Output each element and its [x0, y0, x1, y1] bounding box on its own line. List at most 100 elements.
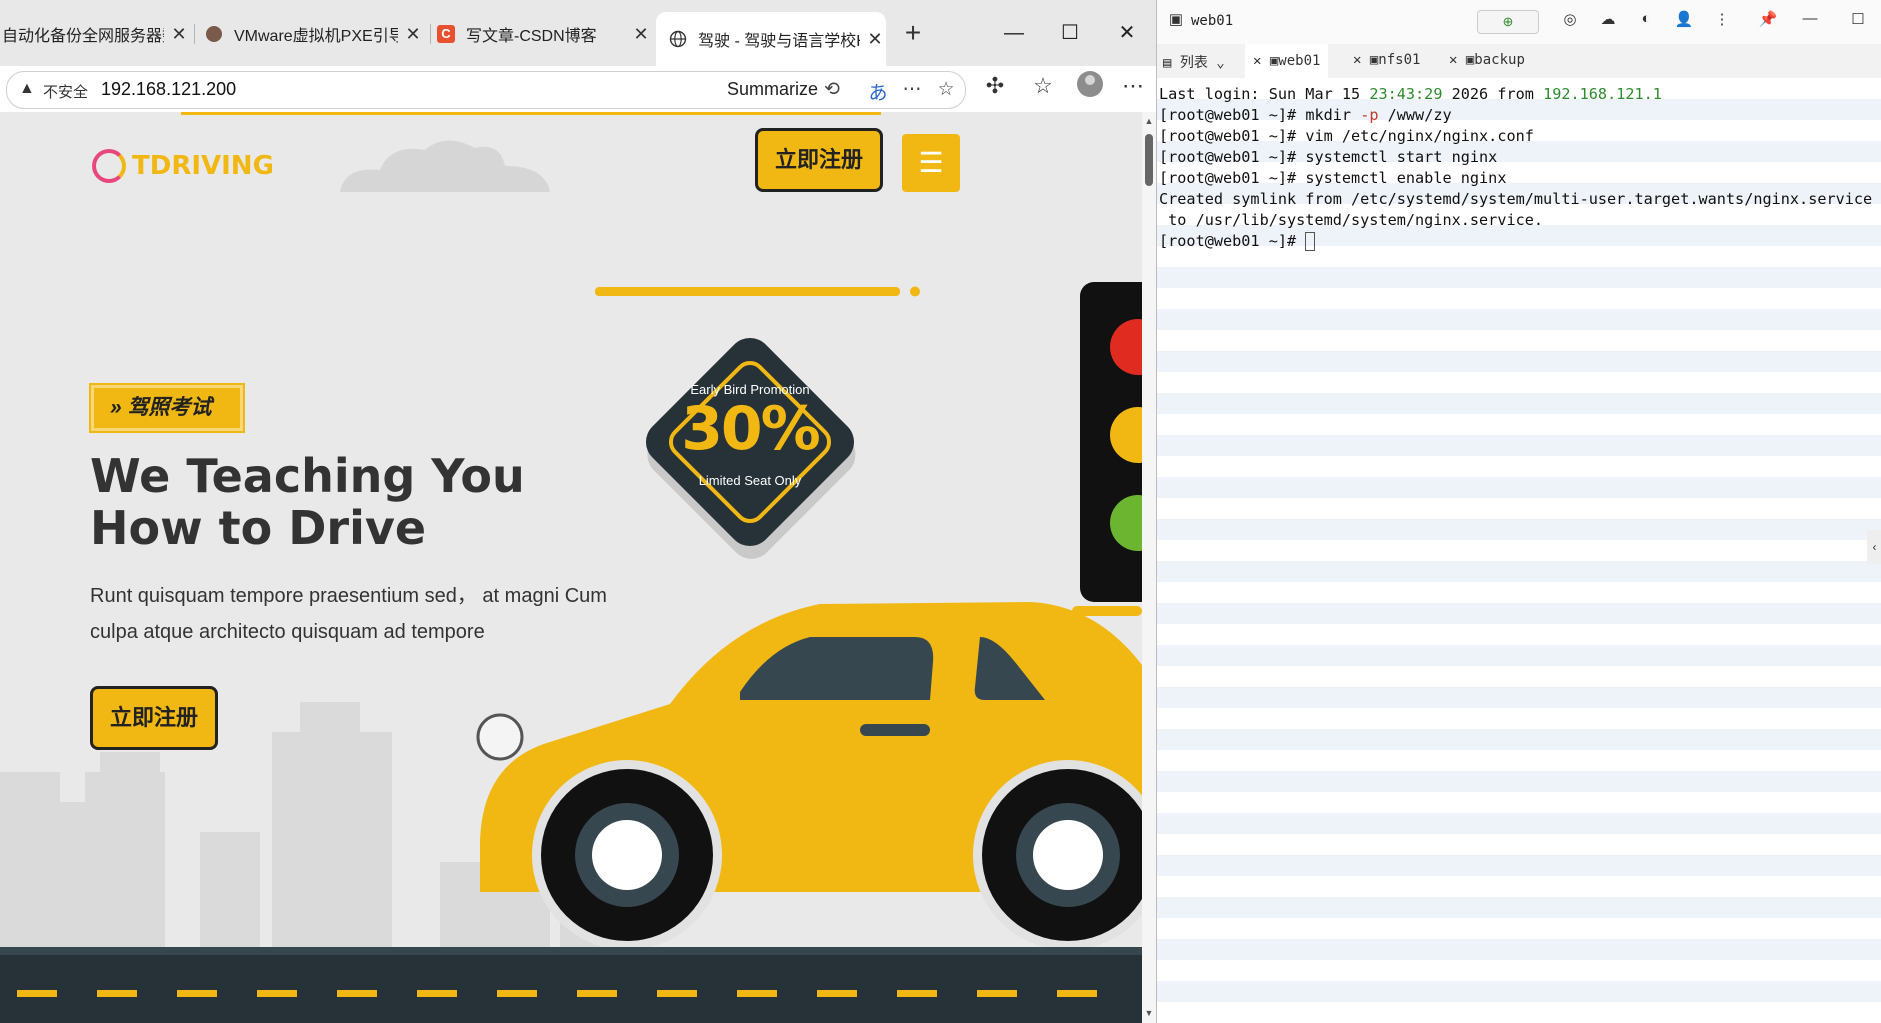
- tab-driving-school[interactable]: 驾驶 - 驾驶与语言学校H ✕: [656, 12, 886, 66]
- terminal-icon: ▣: [1168, 11, 1184, 28]
- new-tab-button[interactable]: +: [898, 18, 928, 48]
- terminal-line: [root@web01 ~]# systemctl enable nginx: [1159, 168, 1506, 189]
- url-text[interactable]: 192.168.121.200: [101, 79, 236, 100]
- close-icon[interactable]: ✕: [630, 24, 652, 45]
- tab-divider: [430, 24, 431, 44]
- profile-avatar[interactable]: [1077, 71, 1103, 97]
- hero-title: We Teaching You How to Drive: [90, 450, 610, 554]
- translate-icon[interactable]: あ: [865, 78, 891, 105]
- command-flag: -p: [1360, 106, 1379, 124]
- terminal-tab-label: 列表: [1179, 55, 1208, 71]
- hero-title-line: How to Drive: [90, 501, 427, 555]
- tab-backup-article[interactable]: 自动化备份全网服务器数 ✕: [0, 12, 190, 56]
- web-page: TDRIVING 立即注册 ☰ » 驾照考试 We Teaching You H…: [0, 112, 1142, 1023]
- minimize-icon[interactable]: —: [1799, 10, 1821, 27]
- list-icon: ▤: [1163, 55, 1180, 71]
- scroll-down-icon[interactable]: ▼: [1142, 1008, 1156, 1018]
- tab-label: 写文章-CSDN博客: [466, 28, 597, 45]
- terminal-tab-label: nfs01: [1378, 52, 1421, 68]
- terminal-output[interactable]: Last login: Sun Mar 15 23:43:29 2026 fro…: [1157, 78, 1881, 1023]
- terminal-tab-backup[interactable]: ✕ ▣backup: [1449, 52, 1525, 68]
- scroll-up-icon[interactable]: ▲: [1142, 116, 1156, 126]
- shell-prompt: [root@web01 ~]#: [1159, 232, 1306, 250]
- shell-prompt: [root@web01 ~]#: [1159, 106, 1306, 124]
- security-status[interactable]: 不安全: [43, 81, 88, 102]
- hero-register-button[interactable]: 立即注册: [90, 686, 218, 750]
- decorative-bars: [595, 286, 920, 297]
- tab-vmware-pxe[interactable]: VMware虚拟机PXE引导 ✕: [204, 12, 424, 56]
- browser-window: 自动化备份全网服务器数 ✕ VMware虚拟机PXE引导 ✕ C 写文章-CSD…: [0, 0, 1156, 1023]
- terminal-tab-label: backup: [1474, 52, 1525, 68]
- settings-menu-icon[interactable]: ⋯: [1118, 73, 1148, 99]
- address-bar[interactable]: ▲ 不安全 192.168.121.200 Summarize ⟲ あ ⋯ ☆: [6, 71, 966, 109]
- terminal-tab-bar: ▤ 列表 ⌄ ✕ ▣web01 ✕ ▣nfs01 ✕ ▣backup: [1157, 44, 1881, 79]
- theme-icon[interactable]: ◐: [1635, 10, 1657, 27]
- traffic-light-illustration: [1080, 282, 1142, 602]
- logo-icon: [92, 149, 126, 183]
- tab-label: 自动化备份全网服务器数: [2, 28, 164, 45]
- header-accent-line: [181, 112, 881, 115]
- terminal-command: mkdir: [1305, 106, 1361, 124]
- terminal-line: to /usr/lib/systemd/system/nginx.service…: [1159, 211, 1544, 229]
- site-logo[interactable]: TDRIVING: [92, 146, 274, 186]
- terminal-command: systemctl enable nginx: [1305, 169, 1507, 187]
- tab-label: 驾驶 - 驾驶与语言学校H: [698, 33, 860, 50]
- maximize-icon[interactable]: ☐: [1847, 10, 1869, 28]
- more-vertical-icon[interactable]: ⋮: [1711, 10, 1733, 28]
- collapse-panel-icon[interactable]: ‹: [1867, 530, 1881, 564]
- hero-title-line: We Teaching You: [90, 449, 525, 503]
- tab-divider: [194, 24, 195, 44]
- driving-exam-badge: » 驾照考试: [89, 383, 245, 433]
- close-icon[interactable]: ✕: [864, 29, 886, 50]
- cloud-illustration: [340, 140, 550, 192]
- terminal-title-bar: ▣ web01 ⊕ ◎ ☁ ◐ 👤 ⋮ 📌 — ☐: [1157, 0, 1881, 44]
- globe-icon: [668, 29, 688, 49]
- pin-icon[interactable]: 📌: [1757, 10, 1779, 28]
- promo-bottom-text: Limited Seat Only: [698, 473, 802, 488]
- favorite-star-icon[interactable]: ☆: [933, 78, 959, 101]
- register-button[interactable]: 立即注册: [755, 128, 883, 192]
- summarize-button[interactable]: Summarize: [727, 79, 818, 100]
- terminal-text: Last login: Sun Mar 15: [1159, 85, 1370, 103]
- terminal-line: Created symlink from /etc/systemd/system…: [1159, 190, 1873, 208]
- minimize-button[interactable]: —: [994, 16, 1034, 50]
- close-icon[interactable]: ✕: [168, 24, 190, 45]
- add-session-icon[interactable]: ⊕: [1477, 10, 1539, 34]
- close-icon[interactable]: ✕: [402, 24, 424, 45]
- cloud-sync-icon[interactable]: ☁: [1597, 10, 1619, 28]
- user-icon[interactable]: 👤: [1673, 10, 1695, 28]
- tab-label: VMware虚拟机PXE引导: [234, 28, 398, 45]
- favorites-icon[interactable]: ☆: [1028, 73, 1058, 99]
- terminal-command: /www/zy: [1378, 106, 1452, 124]
- maximize-button[interactable]: ☐: [1050, 16, 1090, 50]
- close-window-button[interactable]: ✕: [1107, 16, 1147, 50]
- terminal-tab-list[interactable]: ▤ 列表 ⌄: [1163, 52, 1225, 72]
- close-icon[interactable]: ✕: [1353, 52, 1370, 68]
- shell-prompt: [root@web01 ~]#: [1159, 148, 1306, 166]
- terminal-tab-web01[interactable]: ✕ ▣web01: [1245, 44, 1329, 78]
- login-time: 23:43:29: [1369, 85, 1443, 103]
- tab-csdn[interactable]: C 写文章-CSDN博客 ✕: [436, 12, 652, 56]
- close-icon[interactable]: ✕: [1253, 53, 1270, 69]
- terminal-text: 2026 from: [1442, 85, 1544, 103]
- terminal-line: Last login: Sun Mar 15 23:43:29 2026 fro…: [1159, 84, 1662, 105]
- logo-text: TDRIVING: [132, 151, 274, 181]
- terminal-tab-nfs01[interactable]: ✕ ▣nfs01: [1353, 52, 1420, 68]
- broadcast-icon[interactable]: ◎: [1559, 10, 1581, 28]
- warning-icon[interactable]: ▲: [19, 80, 35, 98]
- text-cursor: [1305, 232, 1316, 251]
- close-icon[interactable]: ✕: [1449, 52, 1466, 68]
- more-options-icon[interactable]: ⋯: [899, 78, 925, 101]
- extensions-icon[interactable]: ✣: [980, 73, 1010, 99]
- hamburger-menu-icon[interactable]: ☰: [902, 134, 960, 192]
- road-illustration: [0, 947, 1142, 1023]
- terminal-tab-label: web01: [1278, 53, 1321, 69]
- copilot-icon[interactable]: ⟲: [819, 78, 845, 101]
- terminal-window-title: web01: [1191, 13, 1234, 29]
- terminal-line: [root@web01 ~]#: [1159, 231, 1316, 252]
- yellow-car-illustration: [476, 602, 1142, 950]
- vertical-scrollbar[interactable]: ▲ ▼: [1142, 112, 1156, 1023]
- scrollbar-thumb[interactable]: [1145, 134, 1153, 186]
- shell-prompt: [root@web01 ~]#: [1159, 127, 1306, 145]
- terminal-command: systemctl start nginx: [1305, 148, 1498, 166]
